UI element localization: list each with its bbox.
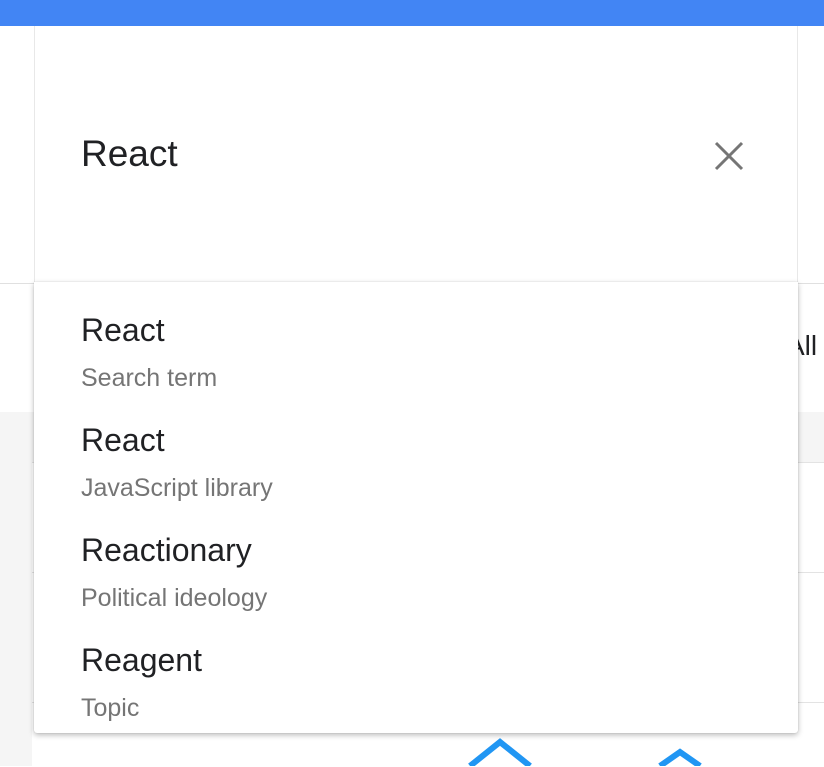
suggestion-subtitle: Search term (81, 364, 218, 392)
suggestion-subtitle: JavaScript library (81, 474, 273, 502)
app-header-bar (0, 0, 824, 26)
suggestion-item[interactable]: Reagent Topic (34, 612, 798, 722)
suggestion-title: Reactionary (81, 532, 252, 568)
search-panel (34, 26, 798, 282)
suggestions-dropdown: React Search term React JavaScript libra… (34, 282, 798, 733)
suggestion-title: React (81, 422, 165, 458)
chart-line-segment (468, 738, 532, 766)
suggestion-item[interactable]: Reactionary Political ideology (34, 502, 798, 612)
clear-search-button[interactable] (707, 134, 751, 178)
suggestion-item[interactable]: React JavaScript library (34, 392, 798, 502)
search-input[interactable] (81, 132, 681, 176)
suggestion-title: React (81, 312, 165, 348)
background-chart-line (468, 738, 702, 766)
suggestion-subtitle: Political ideology (81, 584, 268, 612)
chart-line-segment (658, 748, 702, 766)
suggestion-subtitle: Topic (81, 694, 140, 722)
suggestion-title: Reagent (81, 642, 202, 678)
suggestion-item[interactable]: React Search term (34, 282, 798, 392)
close-icon (714, 141, 744, 171)
